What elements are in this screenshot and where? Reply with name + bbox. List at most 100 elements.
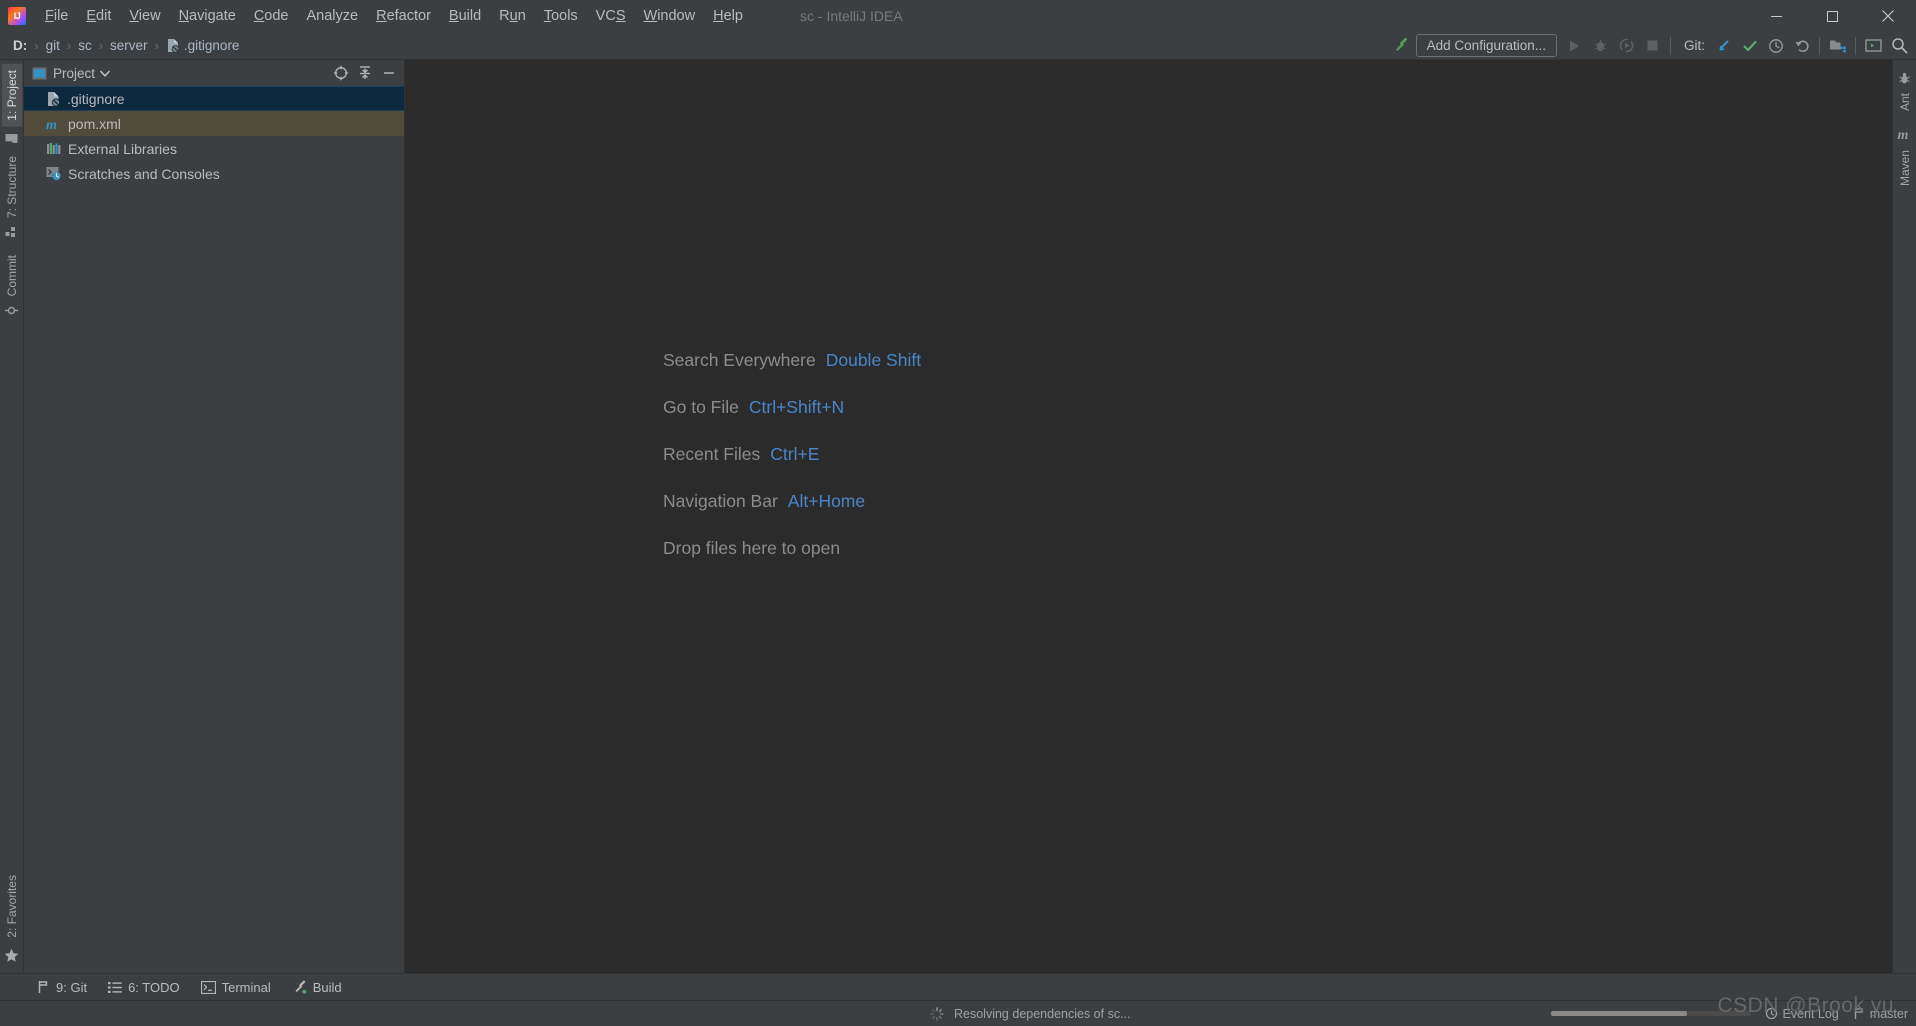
sidebar-item-ant[interactable]: Ant xyxy=(1895,87,1915,117)
menu-refactor[interactable]: Refactor xyxy=(367,4,440,28)
menu-vcs[interactable]: VCS xyxy=(587,4,635,28)
hint-drop-files: Drop files here to open xyxy=(663,538,841,558)
status-bar: Resolving dependencies of sc... Event Lo… xyxy=(0,1000,1916,1026)
editor-empty-area[interactable]: Search Everywhere Double Shift Go to File… xyxy=(405,60,1892,973)
add-configuration-button[interactable]: Add Configuration... xyxy=(1415,34,1557,57)
bottom-item-todo[interactable]: 6: TODO xyxy=(99,977,189,998)
menu-build[interactable]: Build xyxy=(440,4,490,28)
tree-label-external-libraries: External Libraries xyxy=(68,140,177,157)
sidebar-item-maven[interactable]: Maven xyxy=(1895,144,1915,192)
hint-navigation-bar: Navigation Bar Alt+Home xyxy=(663,491,921,512)
hint-label-recent-files: Recent Files xyxy=(663,444,761,464)
loading-spinner-icon xyxy=(930,1006,944,1021)
chevron-down-icon[interactable] xyxy=(100,69,111,77)
git-branch-status[interactable]: master xyxy=(1853,1007,1908,1021)
sidebar-commit-label: Commit xyxy=(4,254,19,297)
ant-icon xyxy=(1899,72,1910,84)
maven-pom-icon: m xyxy=(46,118,57,132)
scroll-from-source-button[interactable] xyxy=(330,63,352,83)
sidebar-favorites-label: 2: Favorites xyxy=(4,875,19,938)
menu-window[interactable]: Window xyxy=(635,4,705,28)
minimize-button[interactable] xyxy=(1748,0,1804,32)
update-project-icon xyxy=(1719,39,1729,50)
stop-button[interactable] xyxy=(1640,34,1665,57)
hide-panel-button[interactable] xyxy=(378,63,400,83)
maximize-icon xyxy=(1826,10,1838,22)
right-tool-rail: Ant m Maven xyxy=(1892,60,1916,973)
hint-label-search-everywhere: Search Everywhere xyxy=(663,350,816,370)
git-commit-button[interactable] xyxy=(1737,34,1762,57)
gitignore-file-icon xyxy=(167,39,180,53)
run-with-coverage-button[interactable] xyxy=(1614,34,1639,57)
favorites-star-icon xyxy=(4,948,19,962)
tree-label-gitignore: .gitignore xyxy=(67,90,125,107)
menu-code[interactable]: Code xyxy=(245,4,298,28)
main-body: 1: Project 7: Structure Commit 2: Favori… xyxy=(0,60,1916,973)
sidebar-item-project[interactable]: 1: Project xyxy=(1,64,22,127)
scroll-from-source-icon xyxy=(333,65,349,81)
bottom-label-terminal: Terminal xyxy=(221,979,271,995)
run-button[interactable] xyxy=(1562,34,1587,57)
project-structure-button[interactable] xyxy=(1825,34,1850,57)
close-button[interactable] xyxy=(1860,0,1916,32)
tree-row-gitignore[interactable]: .gitignore xyxy=(24,86,404,111)
sidebar-item-favorites[interactable]: 2: Favorites xyxy=(2,869,22,944)
menu-run[interactable]: Run xyxy=(490,4,535,28)
hide-panel-icon xyxy=(384,72,394,74)
editor-hints: Search Everywhere Double Shift Go to File… xyxy=(663,350,921,559)
menu-view[interactable]: View xyxy=(120,4,169,28)
tree-row-pom-xml[interactable]: m pom.xml xyxy=(24,111,404,136)
tree-row-external-libraries[interactable]: External Libraries xyxy=(24,136,404,161)
breadcrumb-item-sc[interactable]: sc xyxy=(75,37,95,54)
menu-navigate[interactable]: Navigate xyxy=(170,4,245,28)
build-hammer-icon xyxy=(295,980,306,994)
sidebar-structure-label: 7: Structure xyxy=(4,155,19,218)
bottom-item-terminal[interactable]: Terminal xyxy=(192,977,280,998)
breadcrumb-item-git[interactable]: git xyxy=(43,37,63,54)
maven-m-icon: m xyxy=(1898,128,1909,142)
gitignore-file-icon xyxy=(48,91,61,107)
git-branch-label: master xyxy=(1869,1006,1908,1021)
menu-edit[interactable]: Edit xyxy=(77,4,120,28)
breadcrumb-item-server[interactable]: server xyxy=(107,37,151,54)
debug-button[interactable] xyxy=(1588,34,1613,57)
hint-key-navigation-bar: Alt+Home xyxy=(787,491,866,511)
breadcrumb-separator: › xyxy=(34,38,39,53)
menu-help[interactable]: Help xyxy=(704,4,752,28)
tree-row-scratches-and-consoles[interactable]: Scratches and Consoles xyxy=(24,161,404,186)
event-log-button[interactable]: Event Log xyxy=(1765,1007,1839,1021)
intellij-idea-logo-icon xyxy=(8,7,26,25)
breadcrumb-item-drive[interactable]: D: xyxy=(10,37,30,54)
git-update-project-button[interactable] xyxy=(1711,34,1736,57)
bottom-item-git[interactable]: 9: Git xyxy=(28,977,96,998)
structure-icon-wrap xyxy=(5,224,18,249)
tree-label-pom-xml: pom.xml xyxy=(68,115,121,132)
git-rollback-button[interactable] xyxy=(1789,34,1814,57)
terminal-toolbar-button[interactable] xyxy=(1861,34,1886,57)
rollback-undo-icon xyxy=(1795,40,1809,52)
run-with-coverage-icon xyxy=(1619,38,1634,53)
maximize-button[interactable] xyxy=(1804,0,1860,32)
breadcrumb-gitignore-label: .gitignore xyxy=(183,38,240,53)
menu-tools[interactable]: Tools xyxy=(535,4,587,28)
breadcrumb-item-gitignore[interactable]: .gitignore xyxy=(163,37,243,54)
build-project-button[interactable] xyxy=(1388,34,1413,57)
bottom-item-build[interactable]: Build xyxy=(283,977,351,998)
hint-key-search-everywhere: Double Shift xyxy=(825,350,922,370)
structure-icon xyxy=(5,226,15,237)
progress-bar xyxy=(1550,1011,1751,1016)
sidebar-item-folder[interactable] xyxy=(2,127,21,150)
debug-icon xyxy=(1594,40,1607,52)
menu-file[interactable]: File xyxy=(36,4,77,28)
project-structure-icon xyxy=(1830,40,1846,53)
sidebar-item-commit[interactable]: Commit xyxy=(2,249,22,302)
project-window-icon xyxy=(32,67,47,79)
collapse-all-button[interactable] xyxy=(354,63,376,83)
project-tree: .gitignore m pom.xml External Libraries … xyxy=(24,86,404,973)
toolbar-divider xyxy=(1669,36,1671,55)
main-menu: File Edit View Navigate Code Analyze Ref… xyxy=(36,0,752,32)
search-everywhere-button[interactable] xyxy=(1887,34,1912,57)
git-history-button[interactable] xyxy=(1763,34,1788,57)
sidebar-item-structure[interactable]: 7: Structure xyxy=(2,150,22,224)
menu-analyze[interactable]: Analyze xyxy=(298,4,368,28)
